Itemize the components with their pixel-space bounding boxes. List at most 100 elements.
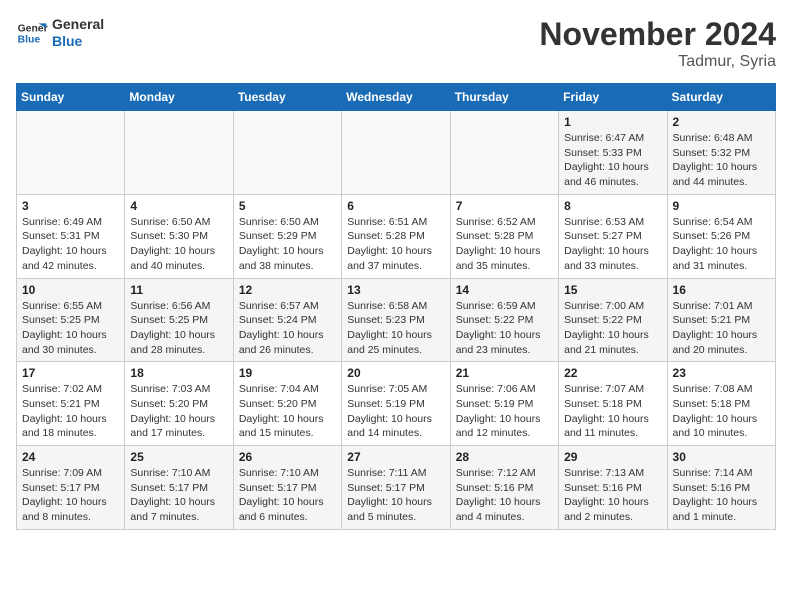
day-info: Sunrise: 6:52 AM Sunset: 5:28 PM Dayligh… <box>456 215 553 274</box>
calendar-cell: 2 Sunrise: 6:48 AM Sunset: 5:32 PM Daylig… <box>667 111 775 195</box>
day-info: Sunrise: 7:08 AM Sunset: 5:18 PM Dayligh… <box>673 382 770 441</box>
day-info: Sunrise: 7:10 AM Sunset: 5:17 PM Dayligh… <box>130 466 227 525</box>
day-info: Sunrise: 6:56 AM Sunset: 5:25 PM Dayligh… <box>130 299 227 358</box>
day-number: 13 <box>347 283 444 297</box>
weekday-header-thursday: Thursday <box>450 84 558 111</box>
day-info: Sunrise: 6:57 AM Sunset: 5:24 PM Dayligh… <box>239 299 336 358</box>
day-number: 14 <box>456 283 553 297</box>
calendar-cell <box>17 111 125 195</box>
logo-text-general: General <box>52 16 104 33</box>
svg-text:Blue: Blue <box>18 34 41 45</box>
logo-text-blue: Blue <box>52 33 104 50</box>
calendar-cell: 8Sunrise: 6:53 AM Sunset: 5:27 PM Daylig… <box>559 194 667 278</box>
day-info: Sunrise: 7:11 AM Sunset: 5:17 PM Dayligh… <box>347 466 444 525</box>
day-info: Sunrise: 7:06 AM Sunset: 5:19 PM Dayligh… <box>456 382 553 441</box>
day-number: 24 <box>22 450 119 464</box>
weekday-header-friday: Friday <box>559 84 667 111</box>
day-number: 11 <box>130 283 227 297</box>
day-info: Sunrise: 6:50 AM Sunset: 5:30 PM Dayligh… <box>130 215 227 274</box>
calendar-cell: 14 Sunrise: 6:59 AM Sunset: 5:22 PM Dayli… <box>450 278 558 362</box>
title-area: November 2024 Tadmur, Syria <box>539 16 776 71</box>
calendar-cell: 3Sunrise: 6:49 AM Sunset: 5:31 PM Daylig… <box>17 194 125 278</box>
day-info: Sunrise: 7:12 AM Sunset: 5:16 PM Dayligh… <box>456 466 553 525</box>
calendar-cell: 10Sunrise: 6:55 AM Sunset: 5:25 PM Dayli… <box>17 278 125 362</box>
week-row-2: 3Sunrise: 6:49 AM Sunset: 5:31 PM Daylig… <box>17 194 776 278</box>
day-number: 1 <box>564 115 661 129</box>
calendar-cell: 23 Sunrise: 7:08 AM Sunset: 5:18 PM Dayli… <box>667 362 775 446</box>
day-info: Sunrise: 7:01 AM Sunset: 5:21 PM Dayligh… <box>673 299 770 358</box>
day-number: 17 <box>22 366 119 380</box>
day-info: Sunrise: 7:05 AM Sunset: 5:19 PM Dayligh… <box>347 382 444 441</box>
day-number: 26 <box>239 450 336 464</box>
day-number: 5 <box>239 199 336 213</box>
day-number: 7 <box>456 199 553 213</box>
day-number: 20 <box>347 366 444 380</box>
day-info: Sunrise: 7:14 AM Sunset: 5:16 PM Dayligh… <box>673 466 770 525</box>
day-info: Sunrise: 6:48 AM Sunset: 5:32 PM Dayligh… <box>673 131 770 190</box>
day-number: 9 <box>673 199 770 213</box>
week-row-5: 24 Sunrise: 7:09 AM Sunset: 5:17 PM Dayli… <box>17 446 776 530</box>
calendar-table: SundayMondayTuesdayWednesdayThursdayFrid… <box>16 83 776 530</box>
weekday-header-monday: Monday <box>125 84 233 111</box>
day-info: Sunrise: 6:54 AM Sunset: 5:26 PM Dayligh… <box>673 215 770 274</box>
day-info: Sunrise: 6:51 AM Sunset: 5:28 PM Dayligh… <box>347 215 444 274</box>
day-number: 27 <box>347 450 444 464</box>
week-row-3: 10Sunrise: 6:55 AM Sunset: 5:25 PM Dayli… <box>17 278 776 362</box>
day-number: 3 <box>22 199 119 213</box>
calendar-cell: 15 Sunrise: 7:00 AM Sunset: 5:22 PM Dayli… <box>559 278 667 362</box>
calendar-cell: 18 Sunrise: 7:03 AM Sunset: 5:20 PM Dayli… <box>125 362 233 446</box>
day-info: Sunrise: 6:50 AM Sunset: 5:29 PM Dayligh… <box>239 215 336 274</box>
calendar-cell: 11 Sunrise: 6:56 AM Sunset: 5:25 PM Dayli… <box>125 278 233 362</box>
day-number: 10 <box>22 283 119 297</box>
calendar-cell: 24 Sunrise: 7:09 AM Sunset: 5:17 PM Dayli… <box>17 446 125 530</box>
day-info: Sunrise: 6:58 AM Sunset: 5:23 PM Dayligh… <box>347 299 444 358</box>
weekday-header-saturday: Saturday <box>667 84 775 111</box>
calendar-cell: 30 Sunrise: 7:14 AM Sunset: 5:16 PM Dayli… <box>667 446 775 530</box>
day-number: 6 <box>347 199 444 213</box>
day-info: Sunrise: 7:09 AM Sunset: 5:17 PM Dayligh… <box>22 466 119 525</box>
day-number: 16 <box>673 283 770 297</box>
calendar-cell: 12 Sunrise: 6:57 AM Sunset: 5:24 PM Dayli… <box>233 278 341 362</box>
logo-icon: General Blue <box>16 17 48 49</box>
day-number: 19 <box>239 366 336 380</box>
day-info: Sunrise: 7:00 AM Sunset: 5:22 PM Dayligh… <box>564 299 661 358</box>
week-row-4: 17 Sunrise: 7:02 AM Sunset: 5:21 PM Dayli… <box>17 362 776 446</box>
day-info: Sunrise: 6:59 AM Sunset: 5:22 PM Dayligh… <box>456 299 553 358</box>
day-number: 8 <box>564 199 661 213</box>
day-info: Sunrise: 7:02 AM Sunset: 5:21 PM Dayligh… <box>22 382 119 441</box>
day-number: 22 <box>564 366 661 380</box>
week-row-1: 1 Sunrise: 6:47 AM Sunset: 5:33 PM Daylig… <box>17 111 776 195</box>
day-number: 23 <box>673 366 770 380</box>
calendar-cell: 22 Sunrise: 7:07 AM Sunset: 5:18 PM Dayli… <box>559 362 667 446</box>
day-info: Sunrise: 7:07 AM Sunset: 5:18 PM Dayligh… <box>564 382 661 441</box>
day-number: 25 <box>130 450 227 464</box>
calendar-cell: 13 Sunrise: 6:58 AM Sunset: 5:23 PM Dayli… <box>342 278 450 362</box>
calendar-cell: 9 Sunrise: 6:54 AM Sunset: 5:26 PM Daylig… <box>667 194 775 278</box>
day-number: 28 <box>456 450 553 464</box>
calendar-cell: 4 Sunrise: 6:50 AM Sunset: 5:30 PM Daylig… <box>125 194 233 278</box>
day-info: Sunrise: 7:10 AM Sunset: 5:17 PM Dayligh… <box>239 466 336 525</box>
calendar-cell: 29 Sunrise: 7:13 AM Sunset: 5:16 PM Dayli… <box>559 446 667 530</box>
day-number: 29 <box>564 450 661 464</box>
weekday-header-sunday: Sunday <box>17 84 125 111</box>
day-number: 18 <box>130 366 227 380</box>
calendar-cell <box>450 111 558 195</box>
day-info: Sunrise: 7:03 AM Sunset: 5:20 PM Dayligh… <box>130 382 227 441</box>
day-number: 2 <box>673 115 770 129</box>
day-info: Sunrise: 6:47 AM Sunset: 5:33 PM Dayligh… <box>564 131 661 190</box>
day-info: Sunrise: 7:04 AM Sunset: 5:20 PM Dayligh… <box>239 382 336 441</box>
calendar-cell: 1 Sunrise: 6:47 AM Sunset: 5:33 PM Daylig… <box>559 111 667 195</box>
calendar-cell: 17 Sunrise: 7:02 AM Sunset: 5:21 PM Dayli… <box>17 362 125 446</box>
day-info: Sunrise: 7:13 AM Sunset: 5:16 PM Dayligh… <box>564 466 661 525</box>
day-number: 30 <box>673 450 770 464</box>
day-number: 4 <box>130 199 227 213</box>
day-number: 12 <box>239 283 336 297</box>
calendar-cell: 25 Sunrise: 7:10 AM Sunset: 5:17 PM Dayli… <box>125 446 233 530</box>
day-number: 15 <box>564 283 661 297</box>
calendar-cell: 20 Sunrise: 7:05 AM Sunset: 5:19 PM Dayli… <box>342 362 450 446</box>
calendar-cell: 27 Sunrise: 7:11 AM Sunset: 5:17 PM Dayli… <box>342 446 450 530</box>
calendar-cell: 21Sunrise: 7:06 AM Sunset: 5:19 PM Dayli… <box>450 362 558 446</box>
weekday-header-row: SundayMondayTuesdayWednesdayThursdayFrid… <box>17 84 776 111</box>
page-header: General Blue General Blue November 2024 … <box>16 16 776 71</box>
calendar-cell: 19 Sunrise: 7:04 AM Sunset: 5:20 PM Dayli… <box>233 362 341 446</box>
